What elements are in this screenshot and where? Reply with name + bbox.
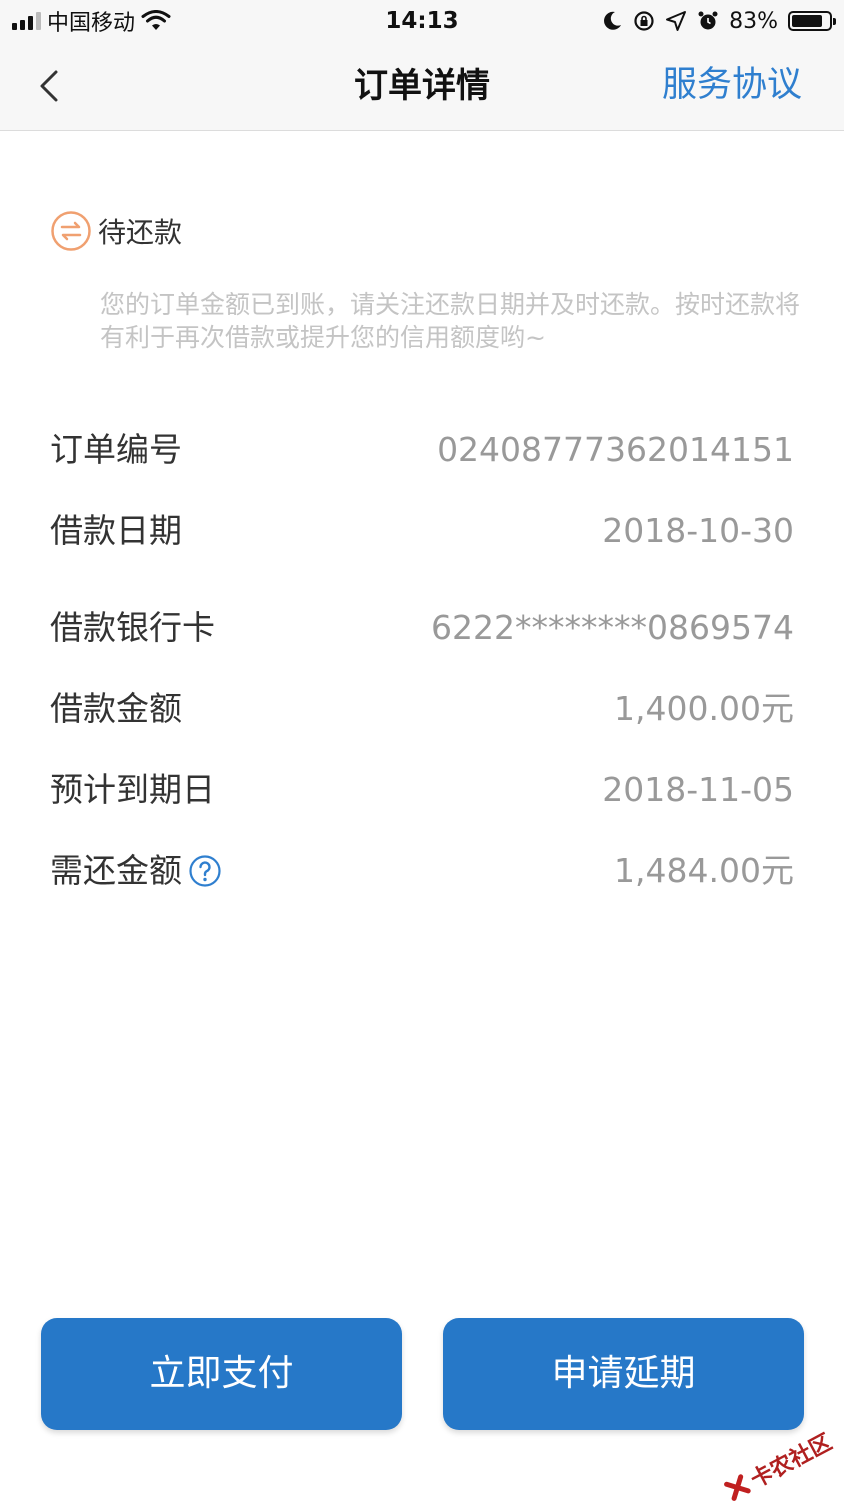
detail-value: 2018-11-05 [602, 770, 794, 809]
detail-row-loan-amount: 借款金额 1,400.00元 [50, 684, 794, 734]
repayment-notice: 您的订单金额已到账，请关注还款日期并及时还款。按时还款将有利于再次借款或提升您的… [100, 290, 801, 352]
moon-icon [604, 11, 622, 30]
pay-now-button[interactable]: 立即支付 [41, 1318, 402, 1430]
watermark: 卡农社区 [719, 1425, 836, 1507]
watermark-text: 卡农社区 [746, 1429, 837, 1494]
battery-fill [792, 15, 822, 27]
exchange-icon [51, 211, 91, 251]
detail-label: 借款金额 [50, 689, 182, 728]
order-status: 待还款 [50, 210, 182, 252]
detail-label: 需还金额 [50, 851, 182, 890]
status-bar-right: 83% [601, 6, 836, 36]
detail-row-repay-amount: 需还金额 1,484.00元 [50, 846, 794, 896]
status-bar: 中国移动 14:13 83% [0, 0, 844, 42]
service-agreement-link[interactable]: 服务协议 [662, 62, 802, 108]
detail-label: 借款银行卡 [50, 608, 215, 647]
order-status-label: 待还款 [98, 216, 183, 249]
battery-icon [788, 11, 836, 31]
detail-value: 02408777362014151 [437, 430, 794, 469]
detail-value: 1,484.00元 [614, 851, 794, 890]
detail-row-order-number: 订单编号 02408777362014151 [50, 425, 794, 475]
detail-label: 订单编号 [50, 430, 182, 469]
location-icon [666, 11, 687, 31]
question-help-icon[interactable] [188, 854, 222, 888]
detail-row-bank-card: 借款银行卡 6222********0869574 [50, 603, 794, 653]
detail-value: 1,400.00元 [614, 689, 794, 728]
detail-label-with-help: 需还金额 [50, 846, 222, 896]
battery-cap [833, 18, 836, 25]
detail-row-due-date: 预计到期日 2018-11-05 [50, 765, 794, 815]
battery-percentage: 83% [729, 8, 778, 34]
rotation-lock-icon [634, 11, 654, 31]
detail-label: 借款日期 [50, 511, 182, 550]
apply-extension-button[interactable]: 申请延期 [443, 1318, 804, 1430]
detail-value: 2018-10-30 [602, 511, 794, 550]
navigation-bar: 订单详情 服务协议 [0, 42, 844, 131]
detail-row-loan-date: 借款日期 2018-10-30 [50, 506, 794, 556]
detail-value: 6222********0869574 [431, 608, 794, 647]
alarm-icon [698, 11, 718, 30]
detail-label: 预计到期日 [50, 770, 215, 809]
